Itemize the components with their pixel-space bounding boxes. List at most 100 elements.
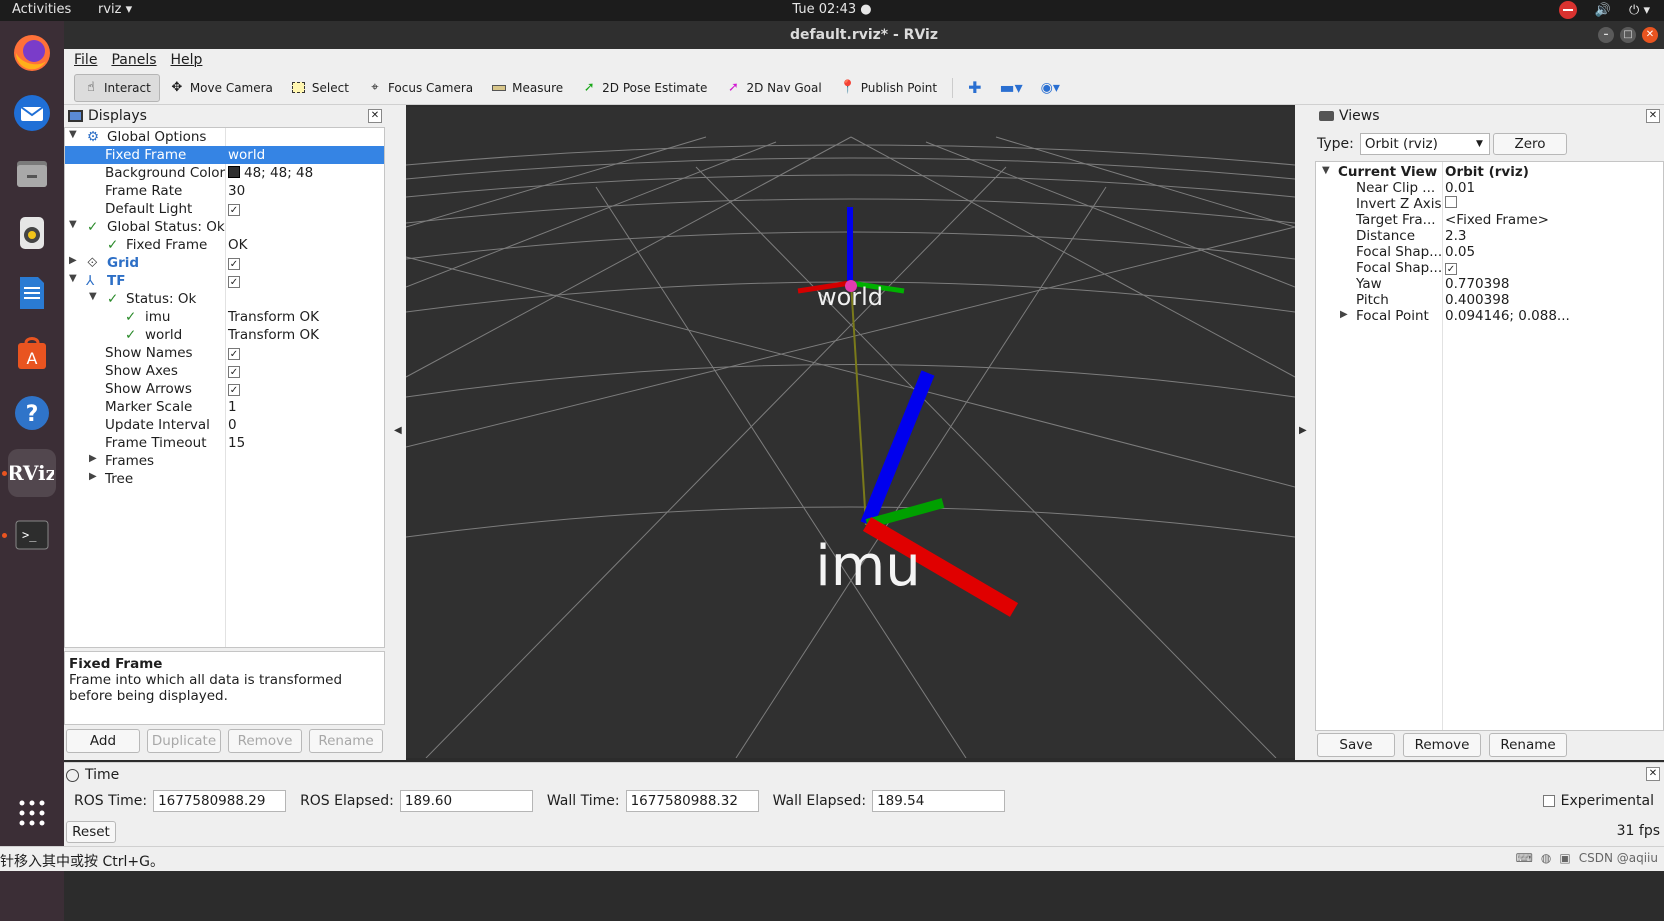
tree-row-frame-rate[interactable]: Frame Rate 30 [65, 182, 384, 200]
nav-goal-tool-button[interactable]: ➚ 2D Nav Goal [716, 74, 830, 102]
render-viewport[interactable]: world imu [406, 107, 1295, 758]
show-arrows-checkbox[interactable]: ✓ [228, 384, 240, 396]
close-displays-icon[interactable]: ✕ [368, 109, 382, 123]
tree-row-imu[interactable]: ✓ imu Transform OK [65, 308, 384, 326]
help-icon[interactable]: ? [8, 389, 56, 437]
wall-elapsed-field[interactable]: 189.54 [872, 790, 1006, 812]
left-splitter[interactable]: ◀ [386, 105, 406, 760]
tree-row-tree[interactable]: ▶ Tree [65, 470, 384, 488]
tree-row-show-names[interactable]: Show Names ✓ [65, 344, 384, 362]
view-row-focal-shape-fixed[interactable]: Focal Shap... ✓ [1316, 260, 1663, 276]
wall-time-field[interactable]: 1677580988.32 [625, 790, 759, 812]
view-type-select[interactable]: Orbit (rviz) ▼ [1359, 133, 1490, 155]
menu-file[interactable]: File [74, 52, 97, 68]
select-tool-button[interactable]: Select [282, 74, 358, 102]
save-view-button[interactable]: Save [1317, 733, 1395, 757]
view-row-pitch[interactable]: Pitch 0.400398 [1316, 292, 1663, 308]
show-apps-icon[interactable] [8, 789, 56, 837]
view-row-invert-z[interactable]: Invert Z Axis [1316, 196, 1663, 212]
expand-down-icon[interactable]: ▼ [89, 291, 97, 302]
volume-icon[interactable]: 🔊 [1595, 3, 1611, 18]
reset-button[interactable]: Reset [66, 821, 116, 843]
grid-enable-checkbox[interactable]: ✓ [228, 258, 240, 270]
menu-help[interactable]: Help [171, 52, 203, 68]
eye-icon[interactable]: ◉▾ [1032, 74, 1069, 102]
rviz-icon[interactable]: RViz [8, 449, 56, 497]
expand-right-icon[interactable]: ▶ [89, 471, 97, 482]
view-row-target-frame[interactable]: Target Fra... <Fixed Frame> [1316, 212, 1663, 228]
tree-row-background-color[interactable]: Background Color 48; 48; 48 [65, 164, 384, 182]
tree-row-tf-status[interactable]: ▼ ✓ Status: Ok [65, 290, 384, 308]
right-splitter[interactable]: ▶ [1295, 105, 1315, 760]
focus-camera-tool-button[interactable]: ⌖ Focus Camera [358, 74, 482, 102]
add-tool-icon[interactable]: ✚ [959, 74, 990, 102]
view-row-yaw[interactable]: Yaw 0.770398 [1316, 276, 1663, 292]
system-tray[interactable]: 🔊 ⏻ ▾ [1558, 1, 1650, 19]
rename-display-button[interactable]: Rename [309, 729, 383, 753]
view-row-near-clip[interactable]: Near Clip ... 0.01 [1316, 180, 1663, 196]
tree-row-fixed-frame[interactable]: Fixed Frame world [65, 146, 384, 164]
tree-row-frames[interactable]: ▶ Frames [65, 452, 384, 470]
expand-down-icon[interactable]: ▼ [69, 219, 77, 230]
measure-tool-button[interactable]: Measure [482, 74, 572, 102]
remove-display-button[interactable]: Remove [228, 729, 302, 753]
ros-elapsed-field[interactable]: 189.60 [399, 790, 533, 812]
firefox-icon[interactable] [8, 29, 56, 77]
expand-down-icon[interactable]: ▼ [69, 129, 77, 140]
tree-row-show-arrows[interactable]: Show Arrows ✓ [65, 380, 384, 398]
close-time-icon[interactable]: ✕ [1646, 767, 1660, 781]
clock[interactable]: Tue 02:43 ● [792, 2, 871, 17]
zero-button[interactable]: Zero [1493, 133, 1567, 155]
duplicate-display-button[interactable]: Duplicate [147, 729, 221, 753]
tree-row-fixed-frame-status[interactable]: ✓ Fixed Frame OK [65, 236, 384, 254]
scene-3d[interactable]: world imu [406, 107, 1295, 758]
do-not-disturb-icon[interactable] [1558, 1, 1577, 19]
menu-panels[interactable]: Panels [111, 52, 156, 68]
ros-time-field[interactable]: 1677580988.29 [153, 790, 287, 812]
expand-right-icon[interactable]: ▶ [69, 255, 77, 266]
interact-tool-button[interactable]: ☝ Interact [74, 73, 160, 102]
tree-row-grid[interactable]: ▶ ⟐ Grid ✓ [65, 254, 384, 272]
rename-view-button[interactable]: Rename [1489, 733, 1567, 757]
expand-down-icon[interactable]: ▼ [69, 273, 77, 284]
color-swatch[interactable] [228, 166, 240, 178]
view-row-current[interactable]: ▼ Current View Orbit (rviz) [1316, 164, 1663, 180]
show-axes-checkbox[interactable]: ✓ [228, 366, 240, 378]
maximize-icon[interactable]: □ [1620, 27, 1636, 43]
invert-z-checkbox[interactable] [1445, 196, 1457, 208]
view-row-distance[interactable]: Distance 2.3 [1316, 228, 1663, 244]
view-row-focal-point[interactable]: ▶ Focal Point 0.094146; 0.088... [1316, 308, 1663, 324]
terminal-icon[interactable]: >_ [8, 511, 56, 559]
close-views-icon[interactable]: ✕ [1646, 109, 1660, 123]
view-row-focal-shape-size[interactable]: Focal Shap... 0.05 [1316, 244, 1663, 260]
minimize-icon[interactable]: – [1598, 27, 1614, 43]
tree-row-global-status[interactable]: ▼ ✓ Global Status: Ok [65, 218, 384, 236]
focal-shape-checkbox[interactable]: ✓ [1445, 263, 1457, 275]
experimental-checkbox[interactable] [1542, 795, 1555, 807]
tree-row-default-light[interactable]: Default Light ✓ [65, 200, 384, 218]
remove-tool-icon[interactable]: ▬▾ [991, 74, 1032, 102]
add-display-button[interactable]: Add [66, 729, 140, 753]
tree-row-marker-scale[interactable]: Marker Scale 1 [65, 398, 384, 416]
show-names-checkbox[interactable]: ✓ [228, 348, 240, 360]
tree-row-global-options[interactable]: ▼ ⚙ Global Options [65, 128, 384, 146]
pose-estimate-tool-button[interactable]: ➚ 2D Pose Estimate [572, 74, 716, 102]
publish-point-tool-button[interactable]: 📍 Publish Point [831, 74, 946, 102]
collapse-left-icon[interactable]: ◀ [394, 425, 402, 436]
remove-view-button[interactable]: Remove [1403, 733, 1481, 757]
rhythmbox-icon[interactable] [8, 209, 56, 257]
collapse-right-icon[interactable]: ▶ [1299, 425, 1307, 436]
tree-row-update-interval[interactable]: Update Interval 0 [65, 416, 384, 434]
writer-icon[interactable] [8, 269, 56, 317]
close-icon[interactable]: ✕ [1642, 27, 1658, 43]
expand-right-icon[interactable]: ▶ [1340, 309, 1348, 320]
software-icon[interactable]: A [8, 329, 56, 377]
default-light-checkbox[interactable]: ✓ [228, 204, 240, 216]
power-icon[interactable]: ⏻ ▾ [1629, 3, 1650, 18]
activities-button[interactable]: Activities [12, 2, 71, 17]
tree-row-frame-timeout[interactable]: Frame Timeout 15 [65, 434, 384, 452]
files-icon[interactable] [8, 149, 56, 197]
tree-row-show-axes[interactable]: Show Axes ✓ [65, 362, 384, 380]
tree-row-tf[interactable]: ▼ ⅄ TF ✓ [65, 272, 384, 290]
move-camera-tool-button[interactable]: ✥ Move Camera [160, 74, 282, 102]
